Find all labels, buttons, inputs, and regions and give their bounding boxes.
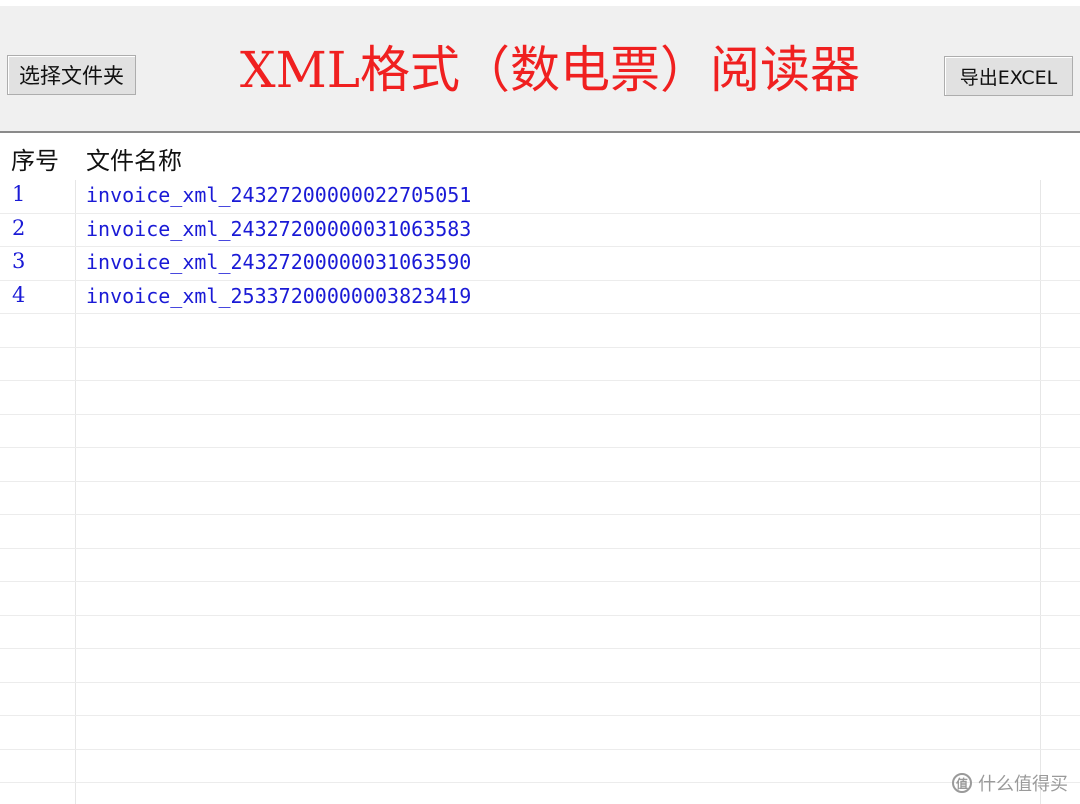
column-header-filename[interactable]: 文件名称 [86, 141, 182, 176]
watermark-logo-icon: 值 [952, 773, 972, 793]
grid-column-line [1040, 135, 1041, 804]
table-row[interactable]: 1 invoice_xml_24327200000022705051 [0, 180, 1040, 213]
select-folder-button[interactable]: 选择文件夹 [7, 55, 136, 95]
grid-row-line [0, 414, 1080, 415]
grid-row-line [0, 581, 1080, 582]
row-filename-cell: invoice_xml_24327200000022705051 [86, 183, 472, 207]
grid-row-line [0, 682, 1080, 683]
row-index-cell: 2 [12, 216, 26, 240]
row-filename-cell: invoice_xml_24327200000031063583 [86, 217, 472, 241]
table-row[interactable]: 4 invoice_xml_25337200000003823419 [0, 281, 1040, 314]
grid-row-line [0, 514, 1080, 515]
app-title: XML格式（数电票）阅读器 [240, 41, 860, 99]
column-header-index[interactable]: 序号 [11, 141, 59, 176]
table-row[interactable]: 2 invoice_xml_24327200000031063583 [0, 214, 1040, 247]
grid-header-row: 序号 文件名称 [0, 135, 1080, 180]
toolbar: 选择文件夹 XML格式（数电票）阅读器 导出EXCEL [0, 0, 1080, 133]
row-filename-cell: invoice_xml_24327200000031063590 [86, 250, 472, 274]
row-index-cell: 4 [12, 283, 26, 307]
grid-row-line [0, 548, 1080, 549]
row-index-cell: 1 [12, 182, 26, 206]
grid-row-line [0, 380, 1080, 381]
grid-row-line [0, 648, 1080, 649]
watermark-text: 什么值得买 [978, 774, 1068, 795]
app-window: 选择文件夹 XML格式（数电票）阅读器 导出EXCEL 序号 文件名称 1 in… [0, 0, 1080, 804]
table-row[interactable]: 3 invoice_xml_24327200000031063590 [0, 247, 1040, 280]
grid-row-line [0, 615, 1080, 616]
grid-row-line [0, 447, 1080, 448]
grid-row-line [0, 715, 1080, 716]
window-top-strip [0, 0, 1080, 6]
row-filename-cell: invoice_xml_25337200000003823419 [86, 284, 472, 308]
export-excel-button[interactable]: 导出EXCEL [944, 56, 1073, 96]
grid-row-line [0, 481, 1080, 482]
grid-row-line [0, 749, 1080, 750]
grid-row-line [0, 347, 1080, 348]
watermark: 值 什么值得买 [952, 770, 1068, 796]
row-index-cell: 3 [12, 249, 26, 273]
file-list-grid[interactable]: 序号 文件名称 1 invoice_xml_243272000000227050… [0, 135, 1080, 804]
grid-row-line [0, 782, 1080, 783]
